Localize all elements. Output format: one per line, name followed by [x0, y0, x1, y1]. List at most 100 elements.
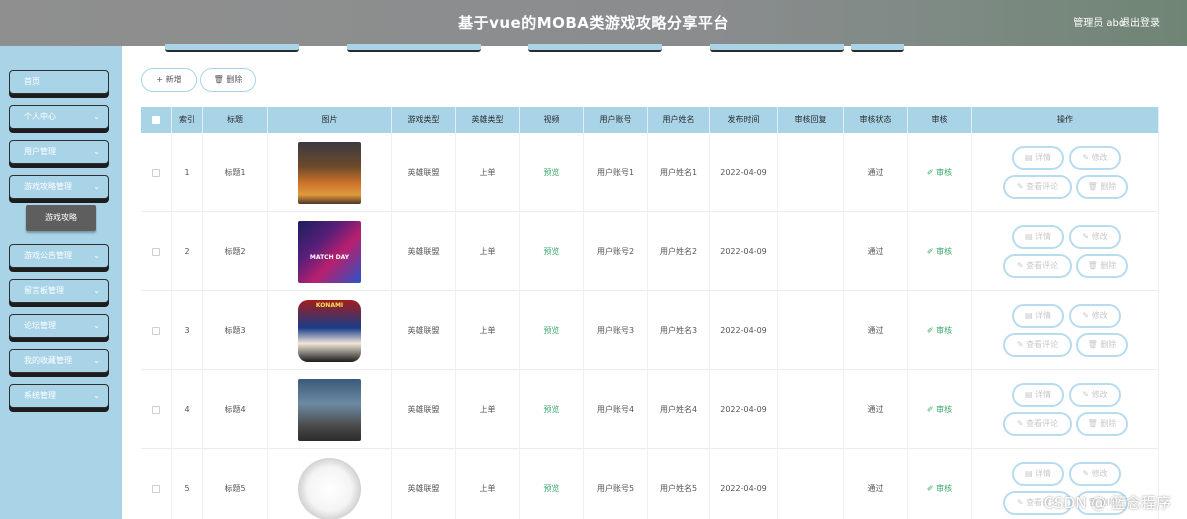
sidebar-item[interactable]: 首页 [9, 70, 109, 94]
search-input-title[interactable] [165, 44, 299, 52]
row-select-cell[interactable] [141, 291, 172, 370]
sidebar-item[interactable]: 我的收藏管理 ⌄ [9, 349, 109, 373]
column-header: 审核状态 [844, 107, 908, 133]
sidebar-item-label: 用户管理 [24, 147, 56, 156]
cell-image [268, 370, 392, 449]
select-all-checkbox[interactable] [141, 107, 172, 133]
audit-link[interactable]: ✐ 审核 [927, 483, 952, 494]
cell-audit: ✐ 审核 [908, 449, 972, 519]
chevron-down-icon: ⌄ [93, 391, 100, 400]
cell-date: 2022-04-09 [710, 212, 778, 291]
cell-video: 预览 [520, 133, 584, 212]
view-comments-button[interactable]: ✎ 查看评论 [1003, 175, 1072, 199]
cell-reply [778, 133, 844, 212]
video-preview-link[interactable]: 预览 [544, 246, 560, 257]
thumbnail-image: MATCH DAY [298, 220, 361, 283]
sidebar-item[interactable]: 系统管理 ⌄ [9, 384, 109, 408]
row-select-cell[interactable] [141, 370, 172, 449]
column-header: 图片 [268, 107, 392, 133]
row-select-cell[interactable] [141, 212, 172, 291]
cell-hero-type: 上单 [456, 370, 520, 449]
delete-button[interactable]: 🗑 删除 [1076, 412, 1128, 436]
detail-button[interactable]: ▤ 详情 [1012, 225, 1064, 249]
detail-button[interactable]: ▤ 详情 [1012, 146, 1064, 170]
cell-date: 2022-04-09 [710, 370, 778, 449]
detail-button[interactable]: ▤ 详情 [1012, 304, 1064, 328]
audit-link[interactable]: ✐ 审核 [927, 246, 952, 257]
edit-button[interactable]: ✎ 修改 [1069, 146, 1121, 170]
chevron-down-icon: ⌄ [93, 286, 100, 295]
thumbnail-image [298, 141, 361, 204]
checkbox-icon[interactable] [152, 247, 160, 256]
add-button[interactable]: + 新增 [141, 68, 197, 92]
edit-button[interactable]: ✎ 修改 [1069, 383, 1121, 407]
checkbox-icon[interactable] [152, 484, 160, 493]
delete-button[interactable]: 🗑 删除 [1076, 175, 1128, 199]
submenu-item-game-strategy[interactable]: 游戏攻略 [26, 205, 96, 231]
cell-date: 2022-04-09 [710, 449, 778, 519]
search-input-status[interactable] [710, 44, 844, 52]
delete-button[interactable]: 🗑 删除 [1076, 254, 1128, 278]
column-header: 审核 [908, 107, 972, 133]
edit-button[interactable]: ✎ 修改 [1069, 304, 1121, 328]
sidebar-item-label: 系统管理 [24, 391, 56, 400]
checkbox-icon[interactable] [152, 326, 160, 335]
search-input-game-type[interactable] [347, 44, 481, 52]
cell-reply [778, 370, 844, 449]
column-header: 视频 [520, 107, 584, 133]
chevron-down-icon: ⌄ [93, 112, 100, 121]
cell-video: 预览 [520, 212, 584, 291]
chevron-down-icon: ⌄ [93, 147, 100, 156]
cell-name: 用户姓名3 [648, 291, 710, 370]
detail-button[interactable]: ▤ 详情 [1012, 462, 1064, 486]
audit-link[interactable]: ✐ 审核 [927, 325, 952, 336]
row-select-cell[interactable] [141, 449, 172, 519]
sidebar-item[interactable]: 游戏公告管理 ⌄ [9, 244, 109, 268]
cell-audit: ✐ 审核 [908, 133, 972, 212]
cell-operations: ▤ 详情 ✎ 修改 ✎ 查看评论 🗑 删除 [972, 291, 1159, 370]
sidebar-item[interactable]: 论坛管理 ⌄ [9, 314, 109, 338]
checkbox-icon[interactable] [152, 115, 160, 124]
cell-hero-type: 上单 [456, 212, 520, 291]
cell-video: 预览 [520, 449, 584, 519]
audit-link[interactable]: ✐ 审核 [927, 167, 952, 178]
sidebar-item[interactable]: 留言板管理 ⌄ [9, 279, 109, 303]
sidebar-item-label: 游戏公告管理 [24, 251, 72, 260]
view-comments-button[interactable]: ✎ 查看评论 [1003, 333, 1072, 357]
edit-button[interactable]: ✎ 修改 [1069, 462, 1121, 486]
view-comments-button[interactable]: ✎ 查看评论 [1003, 254, 1072, 278]
current-user: 管理员 abo [1073, 18, 1125, 29]
edit-button[interactable]: ✎ 修改 [1069, 225, 1121, 249]
search-input-hero-type[interactable] [528, 44, 662, 52]
video-preview-link[interactable]: 预览 [544, 483, 560, 494]
video-preview-link[interactable]: 预览 [544, 325, 560, 336]
sidebar-item[interactable]: 游戏攻略管理 ⌄ [9, 175, 109, 199]
cell-audit: ✐ 审核 [908, 291, 972, 370]
checkbox-icon[interactable] [152, 168, 160, 177]
cell-title: 标题3 [203, 291, 268, 370]
search-button[interactable] [851, 44, 904, 52]
table-row: 1 标题1 英雄联盟 上单 预览 用户账号1 用户姓名1 2022-04-09 通过 ✐ 审核 ▤ … [141, 133, 1159, 212]
view-comments-button[interactable]: ✎ 查看评论 [1003, 412, 1072, 436]
delete-button[interactable]: 🗑 删除 [1076, 333, 1128, 357]
video-preview-link[interactable]: 预览 [544, 167, 560, 178]
cell-title: 标题2 [203, 212, 268, 291]
cell-audit: ✐ 审核 [908, 370, 972, 449]
sidebar-item[interactable]: 个人中心 ⌄ [9, 105, 109, 129]
sidebar-item[interactable]: 用户管理 ⌄ [9, 140, 109, 164]
checkbox-icon[interactable] [152, 405, 160, 414]
thumbnail-caption: KONAMI [315, 301, 344, 309]
video-preview-link[interactable]: 预览 [544, 404, 560, 415]
batch-delete-button[interactable]: 🗑 删除 [200, 68, 256, 92]
column-header: 发布时间 [710, 107, 778, 133]
detail-button[interactable]: ▤ 详情 [1012, 383, 1064, 407]
cell-game-type: 英雄联盟 [392, 449, 456, 519]
cell-reply [778, 449, 844, 519]
cell-title: 标题4 [203, 370, 268, 449]
chevron-down-icon: ⌄ [93, 321, 100, 330]
cell-reply [778, 212, 844, 291]
audit-link[interactable]: ✐ 审核 [927, 404, 952, 415]
cell-date: 2022-04-09 [710, 133, 778, 212]
logout-link[interactable]: 退出登录 [1120, 14, 1160, 29]
row-select-cell[interactable] [141, 133, 172, 212]
